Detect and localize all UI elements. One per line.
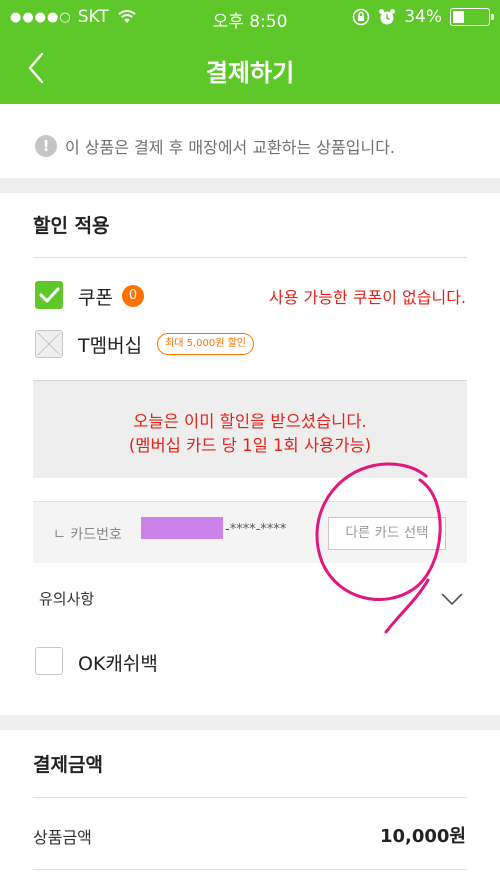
orientation-lock-icon: [352, 8, 370, 26]
divider-line: [33, 797, 467, 798]
coupon-checkbox[interactable]: [35, 281, 63, 309]
membership-card-row: ㄴ 카드번호 -****-**** 다른 카드 선택: [33, 501, 467, 563]
battery-percent: 34%: [404, 7, 442, 27]
payment-section-title: 결제금액: [33, 754, 103, 776]
coupon-label: 쿠폰: [78, 287, 113, 309]
membership-used-notice: 오늘은 이미 할인을 받으셨습니다. (멤버십 카드 당 1일 1회 사용가능): [33, 380, 467, 478]
exchange-notice: ! 이 상품은 결제 후 매장에서 교환하는 상품입니다.: [0, 104, 500, 178]
card-number-label: ㄴ 카드번호: [53, 527, 122, 543]
membership-notice-line1: 오늘은 이미 할인을 받으셨습니다.: [133, 412, 367, 431]
membership-checkbox[interactable]: [35, 330, 63, 358]
status-bar: ●●●●○ SKT 오후 8:50 34%: [0, 0, 500, 34]
no-coupon-message: 사용 가능한 쿠폰이 없습니다.: [269, 288, 466, 307]
divider-line: [33, 869, 467, 870]
ok-cashbag-label: OK캐쉬백: [78, 653, 158, 675]
product-amount-label: 상품금액: [33, 828, 92, 847]
notice-text: 이 상품은 결제 후 매장에서 교환하는 상품입니다.: [65, 138, 396, 157]
discount-section-title: 할인 적용: [33, 215, 110, 237]
notes-label: 유의사항: [39, 590, 95, 608]
alarm-icon: [379, 9, 396, 25]
battery-icon: [450, 8, 494, 26]
redacted-card-number: [141, 517, 223, 539]
info-icon: !: [35, 135, 57, 157]
battery-level: [453, 11, 465, 23]
notes-accordion[interactable]: 유의사항: [33, 584, 467, 614]
section-divider: [0, 178, 500, 193]
section-divider: [0, 715, 500, 730]
nav-bar: 결제하기: [0, 34, 500, 104]
checkmark-icon: [39, 287, 60, 303]
card-number-masked: -****-****: [225, 522, 287, 537]
page-title: 결제하기: [205, 59, 295, 87]
divider-line: [33, 257, 467, 258]
ok-cashbag-checkbox[interactable]: [35, 647, 63, 675]
chevron-down-icon: [441, 593, 463, 606]
status-right: 34%: [352, 7, 494, 27]
coupon-count-badge: 0: [122, 285, 144, 307]
select-other-card-button[interactable]: 다른 카드 선택: [328, 517, 446, 550]
product-amount-value: 10,000원: [379, 826, 466, 847]
membership-discount-badge: 최대 5,000원 할인: [157, 333, 254, 355]
membership-label: T멤버십: [78, 335, 143, 357]
disabled-cross-icon: [37, 332, 61, 356]
membership-notice-line2: (멤버십 카드 당 1일 1회 사용가능): [128, 436, 372, 455]
